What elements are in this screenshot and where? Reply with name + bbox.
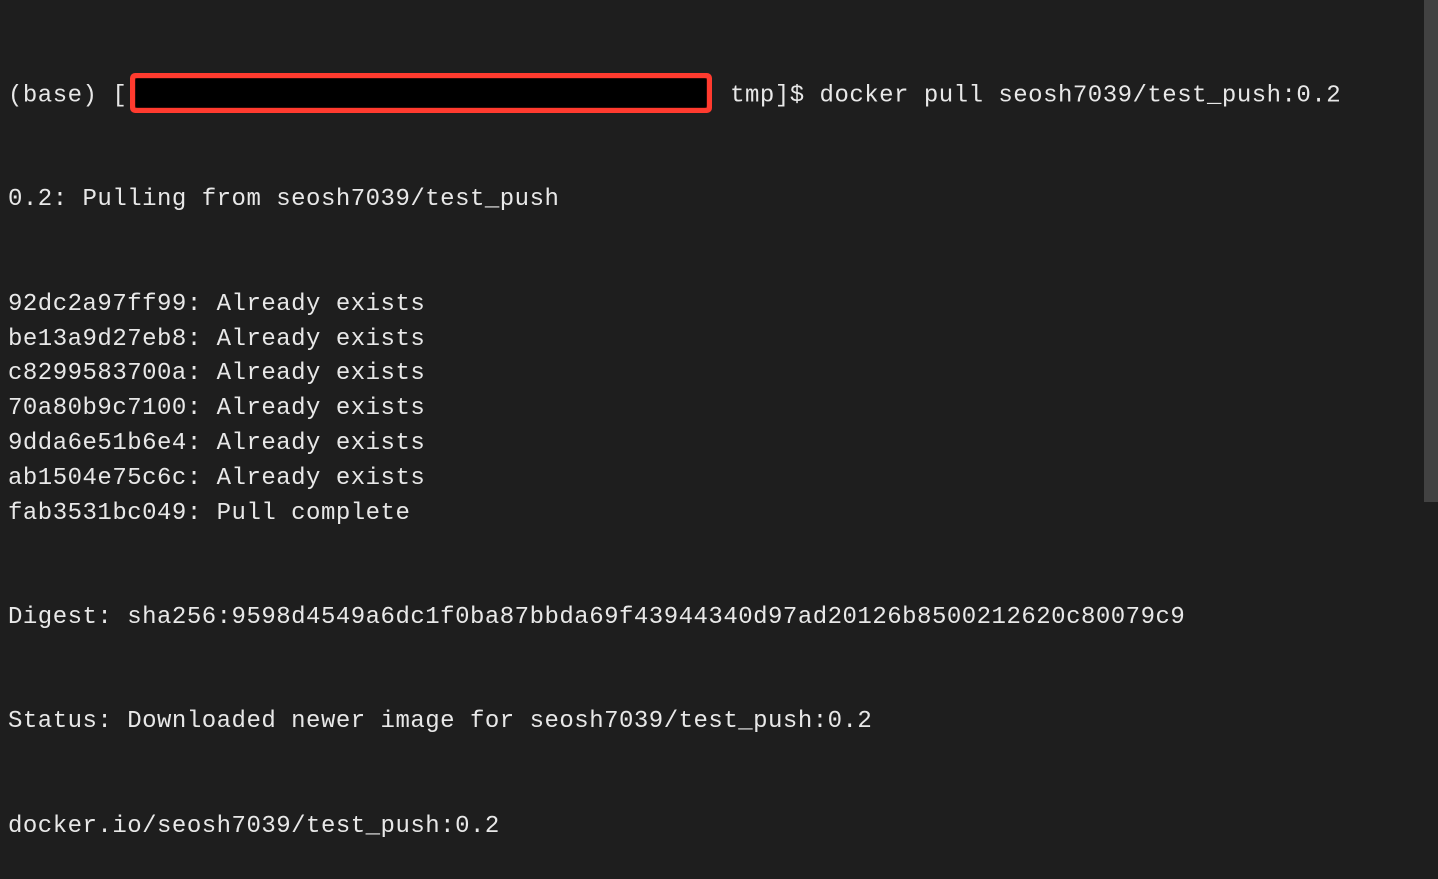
command-text: docker pull seosh7039/test_push:0.2 bbox=[820, 82, 1342, 109]
prompt-suffix: tmp]$ bbox=[715, 82, 819, 109]
pulling-line: 0.2: Pulling from seosh7039/test_push bbox=[8, 183, 1430, 218]
redacted-hostname bbox=[131, 74, 711, 112]
resolved-line: docker.io/seosh7039/test_push:0.2 bbox=[8, 810, 1430, 845]
layer-line: 70a80b9c7100: Already exists bbox=[8, 392, 1430, 427]
prompt-line: (base) [ tmp]$ docker pull seosh7039/tes… bbox=[8, 76, 1430, 114]
layer-line: 92dc2a97ff99: Already exists bbox=[8, 288, 1430, 323]
terminal-output[interactable]: (base) [ tmp]$ docker pull seosh7039/tes… bbox=[8, 6, 1430, 879]
prompt-prefix: (base) [ bbox=[8, 82, 127, 109]
digest-line: Digest: sha256:9598d4549a6dc1f0ba87bbda6… bbox=[8, 601, 1430, 636]
scrollbar-track[interactable] bbox=[1424, 0, 1438, 502]
layer-line: be13a9d27eb8: Already exists bbox=[8, 323, 1430, 358]
layer-line: c8299583700a: Already exists bbox=[8, 357, 1430, 392]
scrollbar-thumb[interactable] bbox=[1424, 0, 1438, 502]
layer-line: ab1504e75c6c: Already exists bbox=[8, 462, 1430, 497]
layer-line: 9dda6e51b6e4: Already exists bbox=[8, 427, 1430, 462]
status-line: Status: Downloaded newer image for seosh… bbox=[8, 705, 1430, 740]
